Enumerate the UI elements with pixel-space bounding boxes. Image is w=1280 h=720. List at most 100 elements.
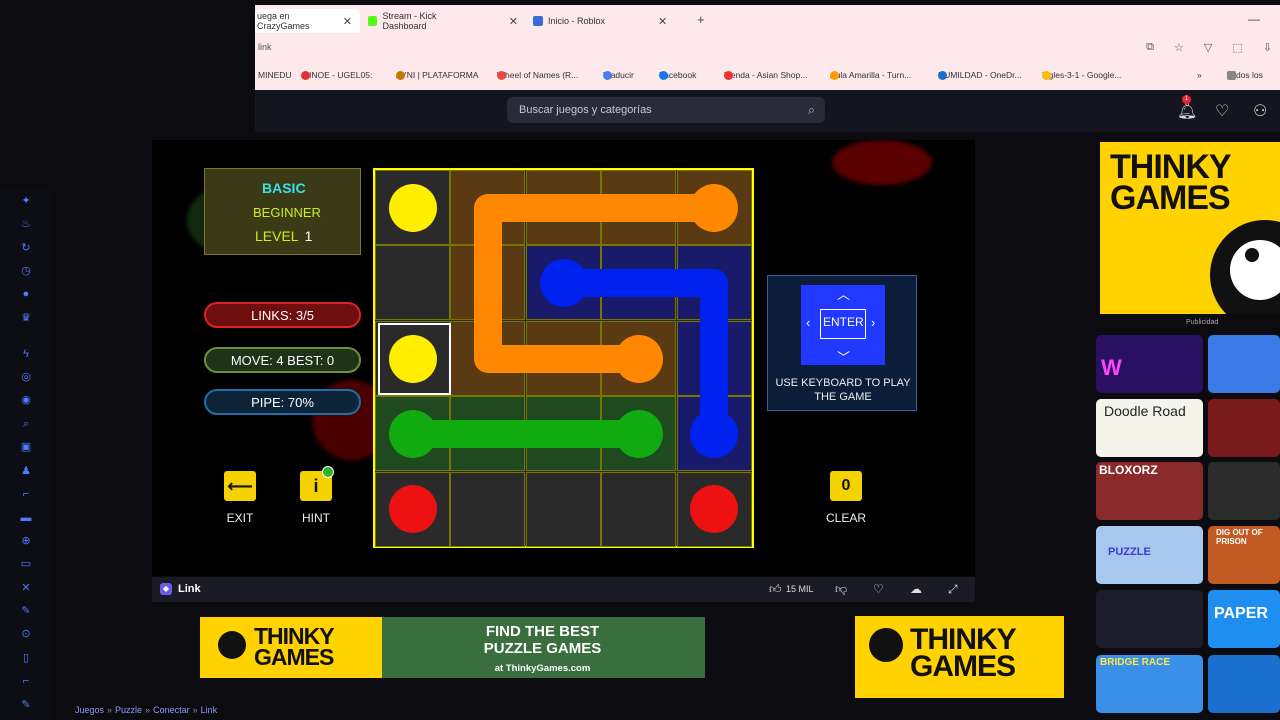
arrow-down-icon[interactable]: ﹀	[837, 347, 850, 366]
download-icon[interactable]: ⇩	[1263, 41, 1272, 54]
orange-endpoint[interactable]	[614, 334, 663, 383]
puzzle-icon[interactable]: ▣	[20, 441, 32, 453]
search-input[interactable]: Buscar juegos y categorías ⌕	[507, 97, 825, 123]
compass-icon[interactable]: ◎	[20, 371, 32, 383]
green-endpoint[interactable]	[614, 409, 663, 458]
arrow-right-icon[interactable]: ›	[871, 315, 875, 330]
bolt-icon[interactable]: ϟ	[20, 348, 32, 360]
game-thumb[interactable]	[1208, 462, 1280, 520]
phone-icon[interactable]: ▯	[20, 652, 32, 664]
new-tab-icon[interactable]: +	[697, 12, 705, 27]
blue-endpoint[interactable]	[539, 259, 588, 308]
bookmark-item[interactable]: Facebook	[659, 70, 696, 80]
breadcrumb-item[interactable]: Conectar	[153, 705, 190, 715]
thinky-ad-top[interactable]: THINKY GAMES	[1100, 142, 1280, 314]
thinky-ad-banner[interactable]: THINKY GAMES FIND THE BEST PUZZLE GAMES …	[200, 617, 705, 678]
thinky-ad-right[interactable]: THINKY GAMES	[855, 616, 1064, 698]
tag-icon[interactable]: ⌐	[20, 675, 32, 687]
tab-roblox[interactable]: Inicio - Roblox ✕	[533, 9, 683, 33]
green-endpoint[interactable]	[388, 409, 437, 458]
thumbs-up-icon[interactable]: 👍︎	[769, 582, 782, 597]
refresh-icon[interactable]: ↻	[20, 242, 32, 254]
car-icon[interactable]: ▬	[20, 512, 32, 524]
tab-crazygames[interactable]: uega en CrazyGames ✕	[255, 9, 360, 33]
cast-icon[interactable]: ⧉	[1146, 41, 1154, 54]
user-icon[interactable]: ⚇	[1253, 101, 1267, 121]
person-icon[interactable]: ♟	[20, 465, 32, 477]
bookmark-item[interactable]: HUMILDAD - OneDr...	[938, 70, 1022, 80]
more-bookmarks-icon[interactable]: »	[1197, 70, 1202, 80]
orange-endpoint[interactable]	[690, 183, 739, 232]
fullscreen-icon[interactable]: ⤢	[948, 582, 958, 597]
close-tab-icon[interactable]: ✕	[658, 15, 667, 28]
board-cell[interactable]	[525, 471, 601, 547]
game-thumb[interactable]: W	[1096, 335, 1203, 393]
bookmark-item[interactable]: Tienda - Asian Shop...	[724, 70, 807, 80]
thumbs-down-icon[interactable]: 👎︎	[835, 582, 847, 597]
bookmark-item[interactable]: Aula Amarilla - Turn...	[830, 70, 911, 80]
gamepad-icon[interactable]: ▭	[20, 558, 32, 570]
close-tab-icon[interactable]: ✕	[509, 15, 518, 28]
bell-icon[interactable]: 🔔︎	[1177, 101, 1197, 121]
blue-endpoint[interactable]	[690, 409, 739, 458]
breadcrumb-item[interactable]: Juegos	[75, 705, 104, 715]
tab-kick[interactable]: Stream - Kick Dashboard ✕	[368, 9, 518, 33]
sparkle-icon[interactable]: ✦	[20, 195, 32, 207]
search-small-icon[interactable]: ⌕	[20, 418, 32, 430]
gun-icon[interactable]: ⌐	[20, 488, 32, 500]
arrow-left-small-icon[interactable]: ‹	[806, 315, 810, 330]
people-icon[interactable]: ●	[20, 288, 32, 300]
filter-icon[interactable]: ▽	[1204, 41, 1212, 54]
extensions-icon[interactable]: ⬚	[1232, 41, 1242, 54]
yellow-endpoint[interactable]	[388, 183, 437, 232]
sword-icon[interactable]: ✕	[20, 582, 32, 594]
mode-label: BASIC	[262, 180, 306, 196]
clock-icon[interactable]: ◷	[20, 265, 32, 277]
game-thumb[interactable]: BLOXORZ	[1096, 462, 1203, 520]
game-thumb[interactable]	[1208, 335, 1280, 393]
game-thumb[interactable]: Doodle Road	[1096, 399, 1203, 457]
bookmark-item[interactable]: :SINOE - UGEL05:	[301, 70, 372, 80]
game-thumb[interactable]	[1208, 399, 1280, 457]
brush-icon[interactable]: ✎	[20, 605, 32, 617]
breadcrumb-item[interactable]: Puzzle	[115, 705, 142, 715]
bookmark-item[interactable]: Wheel of Names (R...	[497, 70, 578, 80]
exit-button[interactable]: ⟵	[224, 471, 256, 501]
globe-icon[interactable]: ◉	[20, 394, 32, 406]
target-icon[interactable]: ⊙	[20, 628, 32, 640]
game-thumb[interactable]: DIG OUT OF PRISON	[1208, 526, 1280, 584]
heart-icon[interactable]: ♡	[1215, 101, 1229, 121]
board-cell[interactable]	[601, 471, 677, 547]
minimize-icon[interactable]: —	[1248, 12, 1260, 26]
star-icon[interactable]: ☆	[1174, 41, 1184, 54]
bookmark-folder[interactable]: Todos los	[1227, 70, 1263, 80]
crown-icon[interactable]: ♛	[20, 312, 32, 324]
breadcrumb-item[interactable]: Link	[201, 705, 218, 715]
address-bar[interactable]: link	[255, 38, 1280, 60]
game-board[interactable]	[373, 168, 754, 548]
close-tab-icon[interactable]: ✕	[343, 15, 352, 28]
flame-icon[interactable]: ♨	[20, 218, 32, 230]
likes-count: 15 MIL	[786, 584, 814, 594]
dpad[interactable]: ︿ ‹ ENTER › ﹀	[801, 285, 885, 365]
game-canvas[interactable]: BASIC BEGINNER LEVEL 1 LINKS: 3/5 MOVE: 4…	[152, 140, 975, 576]
red-endpoint[interactable]	[388, 485, 437, 534]
game-thumb[interactable]: PAPER	[1208, 590, 1280, 648]
share-icon[interactable]: ☁	[910, 582, 922, 596]
bookmark-item[interactable]: AYNI | PLATAFORMA	[396, 70, 479, 80]
ball-icon[interactable]: ⊕	[20, 535, 32, 547]
clear-button[interactable]: 0	[830, 471, 862, 501]
search-icon[interactable]: ⌕	[808, 102, 815, 118]
bookmark-item[interactable]: ingles-3-1 - Google...	[1042, 70, 1121, 80]
game-thumb[interactable]	[1208, 655, 1280, 713]
game-thumb[interactable]: BRIDGE RACE	[1096, 655, 1203, 713]
favorite-icon[interactable]: ♡	[873, 582, 884, 596]
arrow-up-icon[interactable]: ︿	[837, 284, 850, 303]
bookmark-item[interactable]: MINEDU	[258, 70, 292, 80]
game-thumb[interactable]: PUZZLE	[1096, 526, 1203, 584]
bookmark-item[interactable]: Traducir	[603, 70, 634, 80]
board-cell[interactable]	[375, 245, 450, 321]
board-cell[interactable]	[450, 471, 526, 547]
edit-icon[interactable]: ✎	[20, 699, 32, 711]
game-thumb[interactable]	[1096, 590, 1203, 648]
